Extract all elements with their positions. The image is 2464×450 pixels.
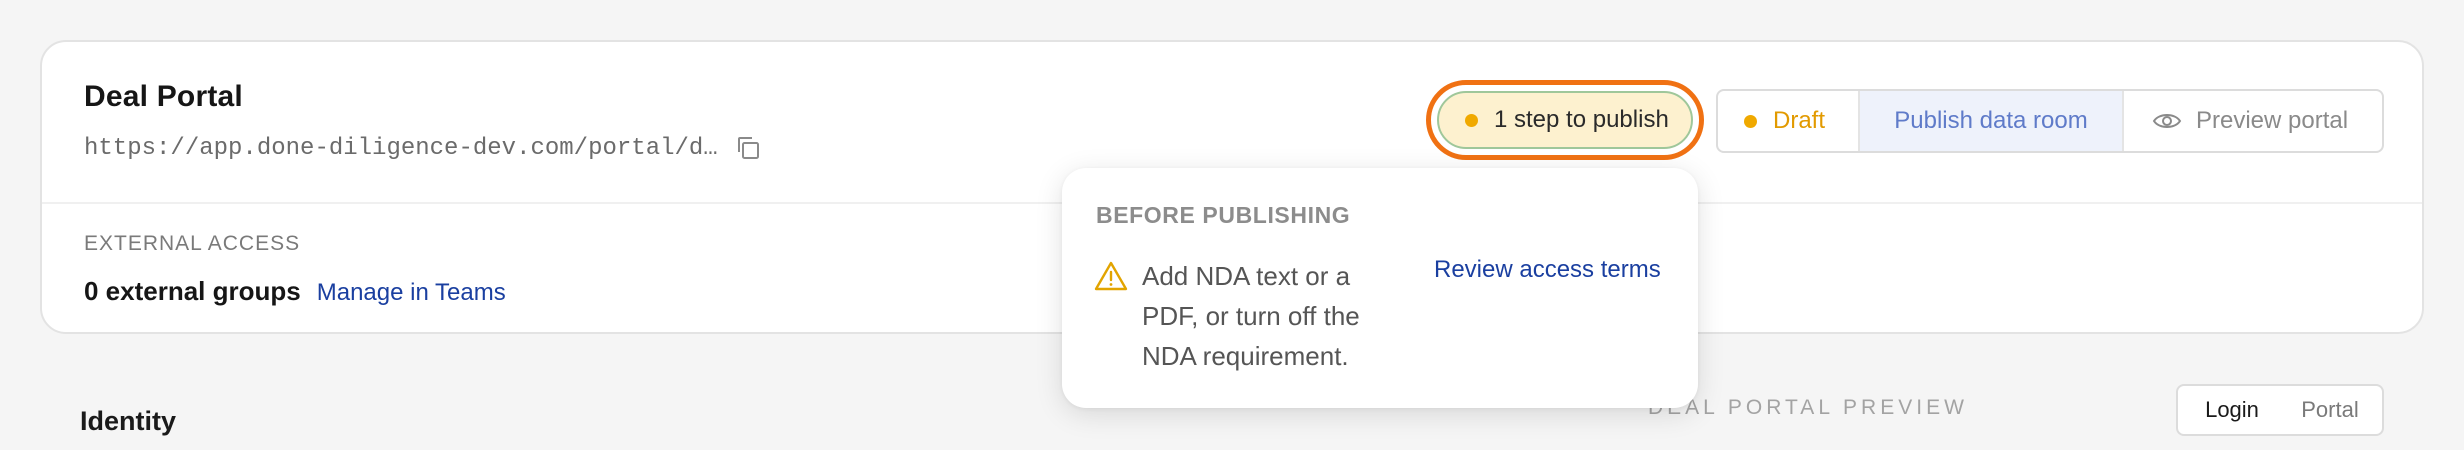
identity-heading: Identity [80,406,177,436]
external-access-label: EXTERNAL ACCESS [84,232,301,255]
review-access-terms-link[interactable]: Review access terms [1434,256,1661,284]
publish-data-room-label: Publish data room [1894,107,2088,134]
before-publishing-popover: BEFORE PUBLISHING Add NDA text or a PDF,… [1062,168,1698,408]
preview-view-toggle: Login Portal [2176,384,2384,436]
status-dot-icon [1465,113,1478,127]
external-access-row: 0 external groups Manage in Teams [84,276,506,307]
preview-portal-label: Preview portal [2196,107,2349,134]
draft-label: Draft [1773,107,1826,134]
popover-heading: BEFORE PUBLISHING [1096,202,1351,228]
portal-url: https://app.done-diligence-dev.com/porta… [84,134,718,162]
eye-icon [2152,114,2182,128]
toggle-portal-option[interactable]: Portal [2282,390,2378,430]
external-groups-count: 0 external groups [84,276,301,306]
draft-dot-icon [1744,114,1757,128]
portal-title: Deal Portal [84,80,243,113]
warning-icon [1094,261,1128,291]
copy-icon[interactable] [734,134,762,162]
deal-portal-preview-caption: DEAL PORTAL PREVIEW [1648,396,1968,419]
preview-portal-button[interactable]: Preview portal [2124,91,2382,151]
popover-message: Add NDA text or a PDF, or turn off the N… [1142,261,1360,371]
steps-to-publish-label: 1 step to publish [1494,106,1669,133]
portal-url-row: https://app.done-diligence-dev.com/porta… [84,134,762,162]
steps-to-publish-button[interactable]: 1 step to publish [1437,91,1693,149]
draft-status-badge: Draft [1718,91,1860,151]
manage-in-teams-link[interactable]: Manage in Teams [317,279,506,307]
publish-data-room-button[interactable]: Publish data room [1860,91,2124,151]
publish-action-group: Draft Publish data room Preview portal [1716,89,2384,153]
toggle-login-option[interactable]: Login [2182,390,2282,430]
app-canvas: Deal Portal https://app.done-diligence-d… [0,0,2464,450]
